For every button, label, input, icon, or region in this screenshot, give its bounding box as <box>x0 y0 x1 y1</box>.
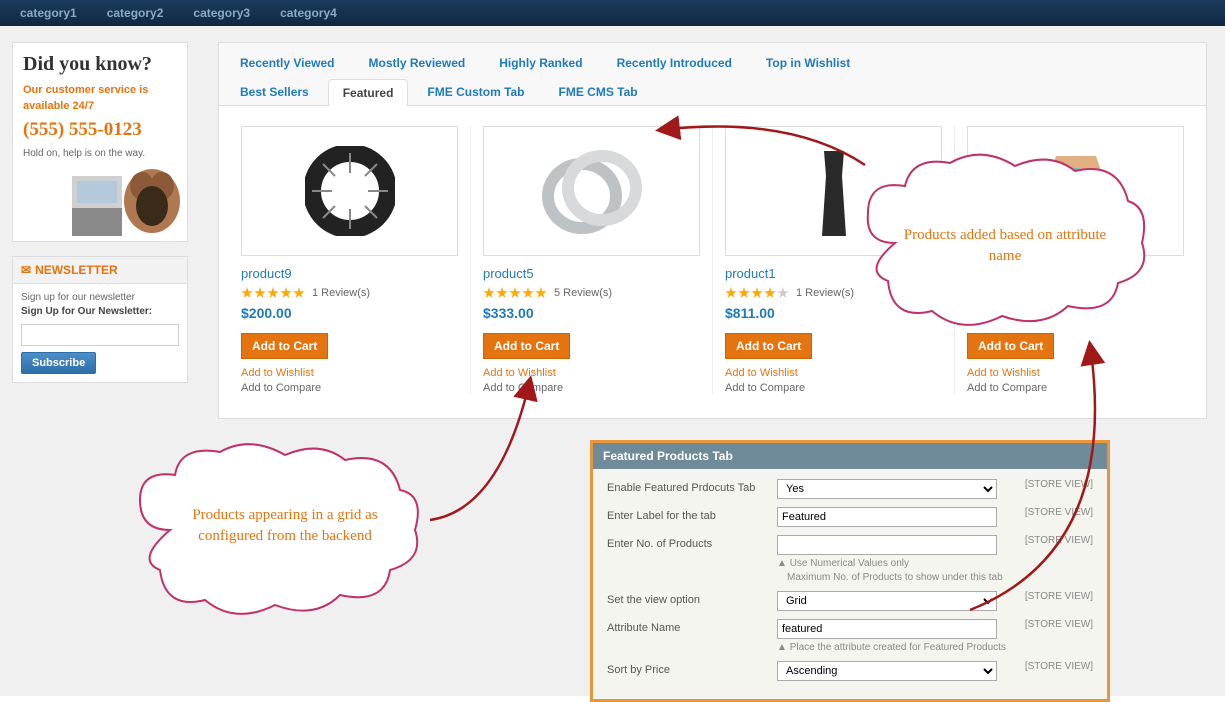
admin-sort-label: Sort by Price <box>607 661 777 676</box>
admin-scope: [STORE VIEW] <box>1025 661 1093 672</box>
did-you-know-box: Did you know? Our customer service is av… <box>12 42 188 242</box>
admin-enable-select[interactable]: Yes <box>777 479 997 499</box>
newsletter-input[interactable] <box>21 324 179 346</box>
product-name[interactable]: product9 <box>241 266 458 281</box>
tab-recently-introduced[interactable]: Recently Introduced <box>602 49 747 76</box>
newsletter-icon: ✉ <box>21 263 31 277</box>
admin-view-label: Set the view option <box>607 591 777 606</box>
admin-attr-input[interactable] <box>777 619 997 639</box>
newsletter-intro: Sign up for our newsletter <box>21 292 179 303</box>
callout-text-2: Products added based on attribute name <box>900 225 1110 267</box>
admin-sort-select[interactable]: Ascending <box>777 661 997 681</box>
admin-scope: [STORE VIEW] <box>1025 591 1093 602</box>
tab-recently-viewed[interactable]: Recently Viewed <box>225 49 350 76</box>
product-card: product5 5 Review(s) $333.00 Add to Cart… <box>471 126 713 394</box>
admin-tablabel-label: Enter Label for the tab <box>607 507 777 522</box>
admin-scope: [STORE VIEW] <box>1025 535 1093 546</box>
add-to-wishlist-link[interactable]: Add to Wishlist <box>967 367 1184 379</box>
tab-fme-cms[interactable]: FME CMS Tab <box>544 78 653 105</box>
dyk-title: Did you know? <box>23 53 177 76</box>
add-to-compare-link[interactable]: Add to Compare <box>967 382 1184 394</box>
admin-scope: [STORE VIEW] <box>1025 619 1093 630</box>
product-name[interactable]: product5 <box>483 266 700 281</box>
review-count[interactable]: 5 Review(s) <box>554 287 612 299</box>
add-to-wishlist-link[interactable]: Add to Wishlist <box>241 367 458 379</box>
newsletter-title: NEWSLETTER <box>35 263 118 277</box>
subscribe-button[interactable]: Subscribe <box>21 352 96 374</box>
admin-num-hint1: ▲ Use Numerical Values only <box>777 558 1019 569</box>
add-to-compare-link[interactable]: Add to Compare <box>241 382 458 394</box>
add-to-compare-link[interactable]: Add to Compare <box>725 382 942 394</box>
admin-num-input[interactable] <box>777 535 997 555</box>
admin-enable-label: Enable Featured Prdocuts Tab <box>607 479 777 494</box>
star-rating <box>241 287 306 299</box>
top-nav: category1 category2 category3 category4 <box>0 0 1225 26</box>
star-rating <box>725 287 790 299</box>
tab-featured[interactable]: Featured <box>328 79 409 106</box>
product-image[interactable] <box>483 126 700 256</box>
admin-scope: [STORE VIEW] <box>1025 507 1093 518</box>
admin-attr-label: Attribute Name <box>607 619 777 634</box>
admin-view-select[interactable]: Grid <box>777 591 997 611</box>
nav-category4[interactable]: category4 <box>280 6 337 20</box>
nav-category3[interactable]: category3 <box>193 6 250 20</box>
admin-num-hint2: Maximum No. of Products to show under th… <box>787 572 1019 583</box>
product-card: product9 1 Review(s) $200.00 Add to Cart… <box>229 126 471 394</box>
review-count[interactable]: 1 Review(s) <box>312 287 370 299</box>
admin-num-label: Enter No. of Products <box>607 535 777 550</box>
nav-category1[interactable]: category1 <box>20 6 77 20</box>
dog-laptop-image <box>67 151 187 241</box>
product-price: $200.00 <box>241 305 458 321</box>
add-to-wishlist-link[interactable]: Add to Wishlist <box>725 367 942 379</box>
newsletter-label: Sign Up for Our Newsletter: <box>21 306 179 317</box>
add-to-cart-button[interactable]: Add to Cart <box>483 333 570 359</box>
tab-highly-ranked[interactable]: Highly Ranked <box>484 49 597 76</box>
tab-top-wishlist[interactable]: Top in Wishlist <box>751 49 865 76</box>
add-to-cart-button[interactable]: Add to Cart <box>725 333 812 359</box>
admin-featured-tab-config: Featured Products Tab Enable Featured Pr… <box>590 440 1110 702</box>
dyk-phone: (555) 555-0123 <box>23 119 177 141</box>
add-to-wishlist-link[interactable]: Add to Wishlist <box>483 367 700 379</box>
review-count[interactable]: 1 Review(s) <box>796 287 854 299</box>
admin-scope: [STORE VIEW] <box>1025 479 1093 490</box>
product-price: $333.00 <box>483 305 700 321</box>
add-to-cart-button[interactable]: Add to Cart <box>241 333 328 359</box>
tab-best-sellers[interactable]: Best Sellers <box>225 78 324 105</box>
product-image[interactable] <box>241 126 458 256</box>
admin-tablabel-input[interactable] <box>777 507 997 527</box>
tab-mostly-reviewed[interactable]: Mostly Reviewed <box>354 49 481 76</box>
nav-category2[interactable]: category2 <box>107 6 164 20</box>
callout-text-1: Products appearing in a grid as configur… <box>180 505 390 547</box>
admin-config-title: Featured Products Tab <box>593 443 1107 469</box>
add-to-compare-link[interactable]: Add to Compare <box>483 382 700 394</box>
tab-fme-custom[interactable]: FME Custom Tab <box>412 78 539 105</box>
star-rating <box>483 287 548 299</box>
newsletter-box: ✉ NEWSLETTER Sign up for our newsletter … <box>12 256 188 383</box>
admin-attr-hint: ▲ Place the attribute created for Featur… <box>777 642 1019 653</box>
dyk-subtitle: Our customer service is available 24/7 <box>23 82 177 113</box>
tab-bar: Recently Viewed Mostly Reviewed Highly R… <box>219 43 1206 106</box>
